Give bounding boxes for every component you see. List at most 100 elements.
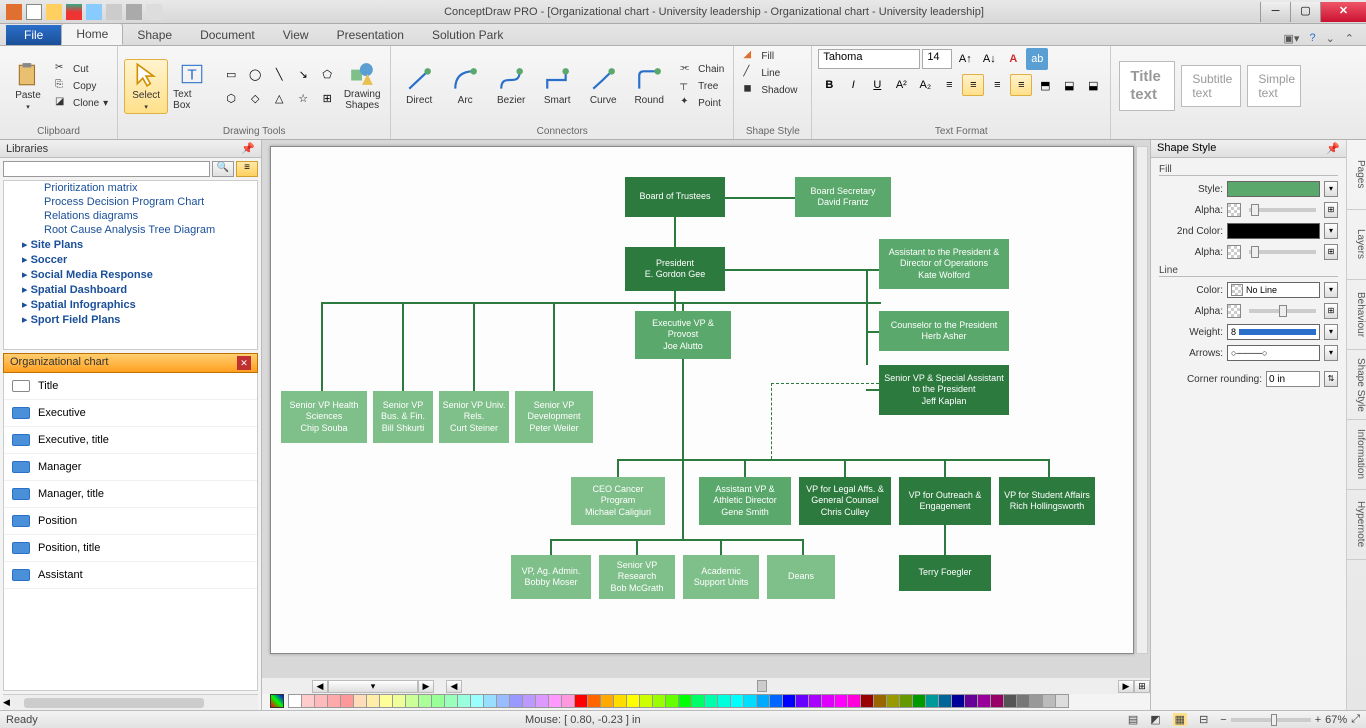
color-swatch[interactable] [743,694,757,708]
color-swatch[interactable] [418,694,432,708]
connector-chain[interactable]: ⫘Chain [677,61,727,77]
lib-item[interactable]: Process Decision Program Chart [4,195,257,209]
second-alpha-picker[interactable]: ⊞ [1324,244,1338,260]
color-swatch[interactable] [678,694,692,708]
color-swatch[interactable] [899,694,913,708]
zoom-slider[interactable] [1231,718,1311,722]
page-dropdown[interactable]: ▾ [328,680,418,693]
color-swatch[interactable] [366,694,380,708]
scroll-left-button[interactable]: ◀ [446,680,462,693]
color-swatch[interactable] [301,694,315,708]
color-swatch[interactable] [808,694,822,708]
org-node-vps[interactable]: VP for Student AffairsRich Hollingsworth [999,477,1095,525]
color-swatch[interactable] [561,694,575,708]
shape-item-assistant[interactable]: Assistant [4,562,257,589]
qat-more-icon[interactable] [146,4,162,20]
color-swatch[interactable] [782,694,796,708]
line-weight-swatch[interactable]: 8 [1227,324,1320,340]
lib-category[interactable]: Social Media Response [4,267,257,282]
scroll-right-button[interactable]: ▶ [1118,680,1134,693]
help-icon[interactable]: ? [1309,32,1315,45]
connector-smart[interactable]: Smart [535,64,579,109]
color-swatch[interactable] [1016,694,1030,708]
zoom-out-button[interactable]: − [1220,714,1226,726]
fill-style-swatch[interactable] [1227,181,1320,197]
open-icon[interactable] [46,4,62,20]
color-swatch[interactable] [483,694,497,708]
bold-button[interactable]: B [818,74,840,96]
align-center-button[interactable]: ≡ [962,74,984,96]
org-node-dea[interactable]: Deans [767,555,835,599]
align-justify-button[interactable]: ≡ [1010,74,1032,96]
drawing-shapes-button[interactable]: Drawing Shapes [340,58,384,114]
color-swatch[interactable] [444,694,458,708]
color-swatch[interactable] [652,694,666,708]
tab-view[interactable]: View [269,25,323,45]
font-color-icon[interactable]: A [1002,48,1024,70]
color-swatch[interactable] [691,694,705,708]
connector-bezier[interactable]: Bezier [489,64,533,109]
color-swatch[interactable] [392,694,406,708]
second-color-dropdown[interactable]: ▾ [1324,223,1338,239]
shape-item-position-title[interactable]: Position, title [4,535,257,562]
vertical-scrollbar[interactable] [1136,146,1148,654]
color-swatch[interactable] [457,694,471,708]
color-swatch[interactable] [600,694,614,708]
sidetab-hypernote[interactable]: Hypernote [1347,490,1366,560]
corner-rounding-input[interactable]: 0 in [1266,371,1320,387]
org-node-cp[interactable]: Counselor to the PresidentHerb Asher [879,311,1009,351]
maximize-button[interactable]: ▢ [1290,2,1320,22]
font-shrink-icon[interactable]: A↓ [978,48,1000,70]
sidetab-behaviour[interactable]: Behaviour [1347,280,1366,350]
color-picker-icon[interactable] [270,694,284,708]
line-color-dropdown[interactable]: ▾ [1324,282,1338,298]
org-node-vpa[interactable]: VP, Ag. Admin.Bobby Moser [511,555,591,599]
horizontal-scrollbar[interactable] [462,679,1118,693]
minimize-button[interactable]: ─ [1260,2,1290,22]
shape-item-executive-title[interactable]: Executive, title [4,427,257,454]
file-menu[interactable]: File [6,25,61,45]
redo-icon[interactable] [106,4,122,20]
color-swatch[interactable] [977,694,991,708]
print-icon[interactable] [126,4,142,20]
scroll-menu[interactable]: ⊞ [1134,680,1150,693]
color-swatch[interactable] [795,694,809,708]
pin-icon[interactable]: 📌 [241,142,255,155]
fill-style-dropdown[interactable]: ▾ [1324,181,1338,197]
shape-line-icon[interactable]: ╲ [268,63,290,85]
sidetab-layers[interactable]: Layers [1347,210,1366,280]
second-alpha-slider[interactable] [1249,250,1316,254]
status-icon[interactable]: ▦ [1173,713,1187,726]
color-swatch[interactable] [314,694,328,708]
color-swatch[interactable] [548,694,562,708]
new-icon[interactable] [26,4,42,20]
color-swatch[interactable] [1042,694,1056,708]
color-swatch[interactable] [769,694,783,708]
org-node-svpr[interactable]: Senior VP ResearchBob McGrath [599,555,675,599]
connector-direct[interactable]: Direct [397,64,441,109]
tab-document[interactable]: Document [186,25,269,45]
color-swatch[interactable] [470,694,484,708]
shape-item-manager[interactable]: Manager [4,454,257,481]
close-button[interactable]: ✕ [1320,2,1366,22]
title-text-placeholder[interactable]: Title text [1119,61,1175,111]
org-node-avp[interactable]: Assistant VP & Athletic DirectorGene Smi… [699,477,791,525]
sidetab-shape-style[interactable]: Shape Style [1347,350,1366,420]
color-swatch[interactable] [821,694,835,708]
clone-button[interactable]: ◪Clone ▾ [52,95,111,111]
lib-item[interactable]: Prioritization matrix [4,181,257,195]
library-search-input[interactable] [3,161,210,177]
color-swatch[interactable] [340,694,354,708]
color-swatch[interactable] [522,694,536,708]
connector-point[interactable]: ✦Point [677,95,727,111]
fill-button[interactable]: ◢Fill [740,48,777,64]
shape-poly-icon[interactable]: ⬠ [316,63,338,85]
color-swatch[interactable] [964,694,978,708]
tab-home[interactable]: Home [61,23,123,45]
color-swatch[interactable] [327,694,341,708]
undo-icon[interactable] [86,4,102,20]
shape-arrow-icon[interactable]: ↘ [292,63,314,85]
highlight-icon[interactable]: ab [1026,48,1048,70]
window-icon[interactable]: ▣▾ [1284,32,1300,45]
valign-top-button[interactable]: ⬒ [1034,74,1056,96]
